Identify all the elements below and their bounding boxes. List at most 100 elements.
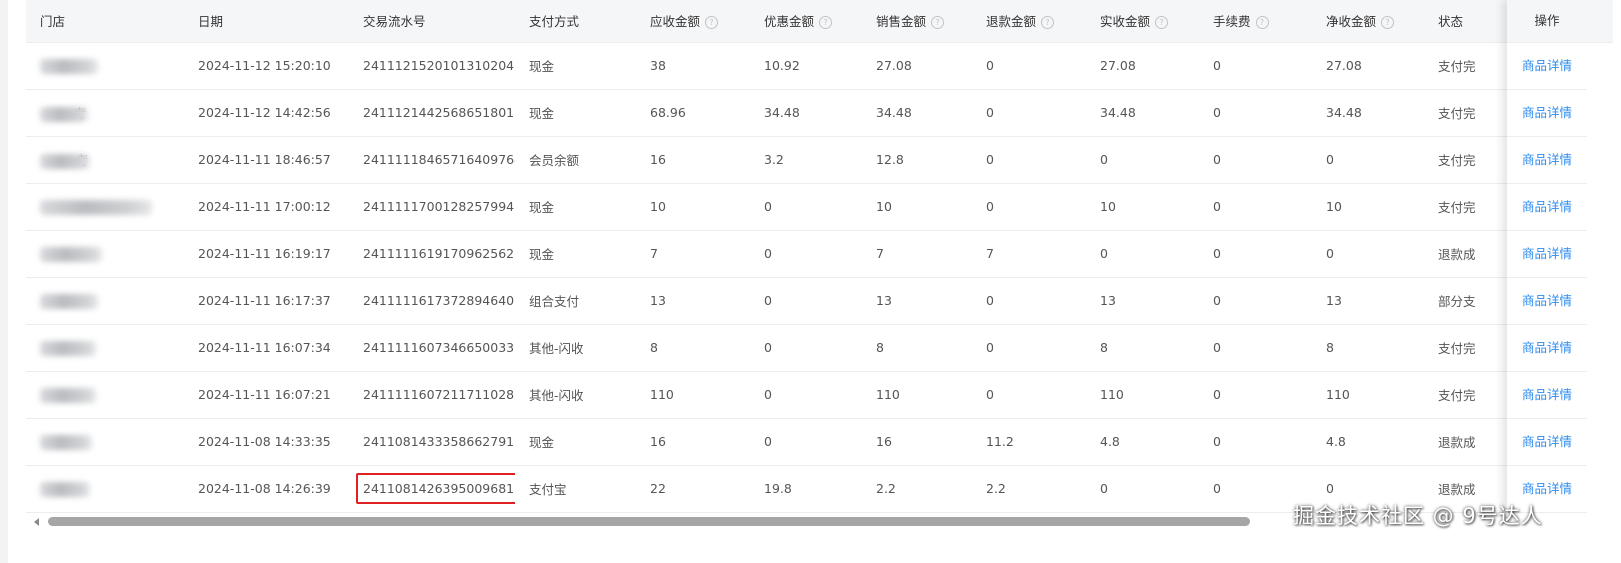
received-value: 4.8 bbox=[1100, 434, 1120, 449]
table-row[interactable]: 2024-11-12 15:20:10 24111215201013102042 现… bbox=[26, 42, 1613, 90]
product-details-link[interactable]: 商品详情 bbox=[1522, 387, 1572, 402]
discount-value: 3.2 bbox=[764, 152, 784, 167]
redacted-store-name bbox=[40, 107, 88, 122]
cell-receivable: 22 bbox=[636, 465, 750, 513]
cell-discount: 19.8 bbox=[750, 465, 862, 513]
txn_id-value: 24111118465716409764 bbox=[363, 152, 515, 167]
txn_id-value: 24111116072117110280 bbox=[363, 387, 515, 402]
column-header-label: 状态 bbox=[1438, 14, 1464, 30]
table-row[interactable]: 2024-11-11 16:17:37 24111116173728946403 组… bbox=[26, 277, 1613, 325]
cell-net: 10 bbox=[1312, 183, 1424, 231]
redacted-store-name bbox=[40, 481, 90, 497]
cell-discount: 3.2 bbox=[750, 136, 862, 184]
cell-fee: 0 bbox=[1199, 183, 1312, 231]
date-value: 2024-11-11 16:19:17 bbox=[198, 246, 331, 261]
cell-discount: 0 bbox=[750, 277, 862, 325]
table-scroll-area: 门店 日期 交易流水号 支付方式 应收金额? 优惠金额? 销售金额? 退款金额? 实收金额? 手续… bbox=[26, 0, 1613, 518]
cell-net: 13 bbox=[1312, 277, 1424, 325]
refund-value: 11.2 bbox=[986, 434, 1014, 449]
product-details-link[interactable]: 商品详情 bbox=[1522, 481, 1572, 496]
cell-refund: 2.2 bbox=[972, 465, 1086, 513]
cell-pay_method: 支付宝 bbox=[515, 465, 636, 513]
pay_method-value: 现金 bbox=[529, 59, 555, 74]
cell-sales: 10 bbox=[862, 183, 972, 231]
status-value: 部分支 bbox=[1438, 294, 1476, 309]
cell-refund: 0 bbox=[972, 183, 1086, 231]
refund-value: 7 bbox=[986, 246, 994, 261]
column-header-status: 状态 bbox=[1424, 0, 1513, 43]
refund-value: 0 bbox=[986, 387, 994, 402]
pay_method-value: 现金 bbox=[529, 200, 555, 215]
redacted-store-name bbox=[40, 340, 96, 356]
table-row[interactable]: 2024-11-11 16:19:17 24111116191709625626 现… bbox=[26, 230, 1613, 278]
cell-txn_id: 24111116173728946403 bbox=[349, 277, 515, 325]
help-icon[interactable]: ? bbox=[931, 16, 945, 30]
product-details-link[interactable]: 商品详情 bbox=[1522, 58, 1572, 73]
cell-store: 考 bbox=[26, 136, 184, 184]
cell-receivable: 10 bbox=[636, 183, 750, 231]
cell-date: 2024-11-08 14:33:35 bbox=[184, 418, 349, 466]
cell-sales: 8 bbox=[862, 324, 972, 372]
table-row[interactable]: 2024-11-11 16:07:21 24111116072117110280 其… bbox=[26, 371, 1613, 419]
product-details-link[interactable]: 商品详情 bbox=[1522, 246, 1572, 261]
cell-status: 支付完 bbox=[1424, 136, 1513, 184]
highlighted-transaction-id: 24110814263950096810 bbox=[356, 473, 515, 504]
horizontal-scrollbar[interactable] bbox=[34, 517, 1274, 527]
table-row[interactable]: 2024-11-11 16:07:34 24111116073466500330 其… bbox=[26, 324, 1613, 372]
receivable-value: 16 bbox=[650, 434, 666, 449]
product-details-link[interactable]: 商品详情 bbox=[1522, 340, 1572, 355]
column-header-fee: 手续费? bbox=[1199, 0, 1312, 43]
transactions-table: 门店 日期 交易流水号 支付方式 应收金额? 优惠金额? 销售金额? 退款金额? 实收金额? 手续… bbox=[26, 0, 1613, 513]
product-details-link[interactable]: 商品详情 bbox=[1522, 105, 1572, 120]
cell-refund: 0 bbox=[972, 371, 1086, 419]
table-row[interactable]: 2024-11-08 14:33:35 24110814333586627919 现… bbox=[26, 418, 1613, 466]
column-header-pay_method: 支付方式 bbox=[515, 0, 636, 43]
received-value: 27.08 bbox=[1100, 58, 1136, 73]
cell-receivable: 16 bbox=[636, 418, 750, 466]
operation-cell: 商品详情 bbox=[1507, 419, 1587, 466]
received-value: 34.48 bbox=[1100, 105, 1136, 120]
refund-value: 0 bbox=[986, 199, 994, 214]
product-details-link[interactable]: 商品详情 bbox=[1522, 434, 1572, 449]
cell-discount: 0 bbox=[750, 418, 862, 466]
cell-txn_id: 24111214425686518019 bbox=[349, 89, 515, 137]
product-details-link[interactable]: 商品详情 bbox=[1522, 152, 1572, 167]
help-icon[interactable]: ? bbox=[705, 16, 719, 30]
cell-receivable: 13 bbox=[636, 277, 750, 325]
cell-fee: 0 bbox=[1199, 324, 1312, 372]
discount-value: 0 bbox=[764, 246, 772, 261]
cell-received: 110 bbox=[1086, 371, 1199, 419]
product-details-link[interactable]: 商品详情 bbox=[1522, 199, 1572, 214]
net-value: 4.8 bbox=[1326, 434, 1346, 449]
net-value: 34.48 bbox=[1326, 105, 1362, 120]
redacted-store-name bbox=[40, 293, 98, 309]
receivable-value: 110 bbox=[650, 387, 674, 402]
cell-status: 部分支 bbox=[1424, 277, 1513, 325]
cell-date: 2024-11-12 14:42:56 bbox=[184, 89, 349, 137]
date-value: 2024-11-11 16:17:37 bbox=[198, 293, 331, 308]
help-icon[interactable]: ? bbox=[819, 16, 833, 30]
receivable-value: 38 bbox=[650, 58, 666, 73]
table-row[interactable]: 考 2024-11-11 18:46:57 24111118465716409764… bbox=[26, 136, 1613, 184]
help-icon[interactable]: ? bbox=[1255, 16, 1269, 30]
cell-pay_method: 组合支付 bbox=[515, 277, 636, 325]
product-details-link[interactable]: 商品详情 bbox=[1522, 293, 1572, 308]
table-row[interactable]: 2024-11-11 17:00:12 24111117001282579948 现… bbox=[26, 183, 1613, 231]
cell-fee: 0 bbox=[1199, 418, 1312, 466]
cell-status: 退款成 bbox=[1424, 418, 1513, 466]
receivable-value: 16 bbox=[650, 152, 666, 167]
refund-value: 0 bbox=[986, 105, 994, 120]
help-icon[interactable]: ? bbox=[1381, 16, 1395, 30]
cell-store bbox=[26, 371, 184, 419]
cell-store bbox=[26, 230, 184, 278]
help-icon[interactable]: ? bbox=[1155, 16, 1169, 30]
date-value: 2024-11-12 15:20:10 bbox=[198, 58, 331, 73]
scroll-left-arrow-icon[interactable] bbox=[34, 518, 39, 526]
received-value: 8 bbox=[1100, 340, 1108, 355]
table-row[interactable]: 考 2024-11-12 14:42:56 24111214425686518019… bbox=[26, 89, 1613, 137]
cell-pay_method: 其他-闪收 bbox=[515, 324, 636, 372]
help-icon[interactable]: ? bbox=[1041, 16, 1055, 30]
redacted-store-name bbox=[40, 246, 102, 262]
scrollbar-thumb[interactable] bbox=[48, 517, 1250, 526]
refund-value: 0 bbox=[986, 293, 994, 308]
